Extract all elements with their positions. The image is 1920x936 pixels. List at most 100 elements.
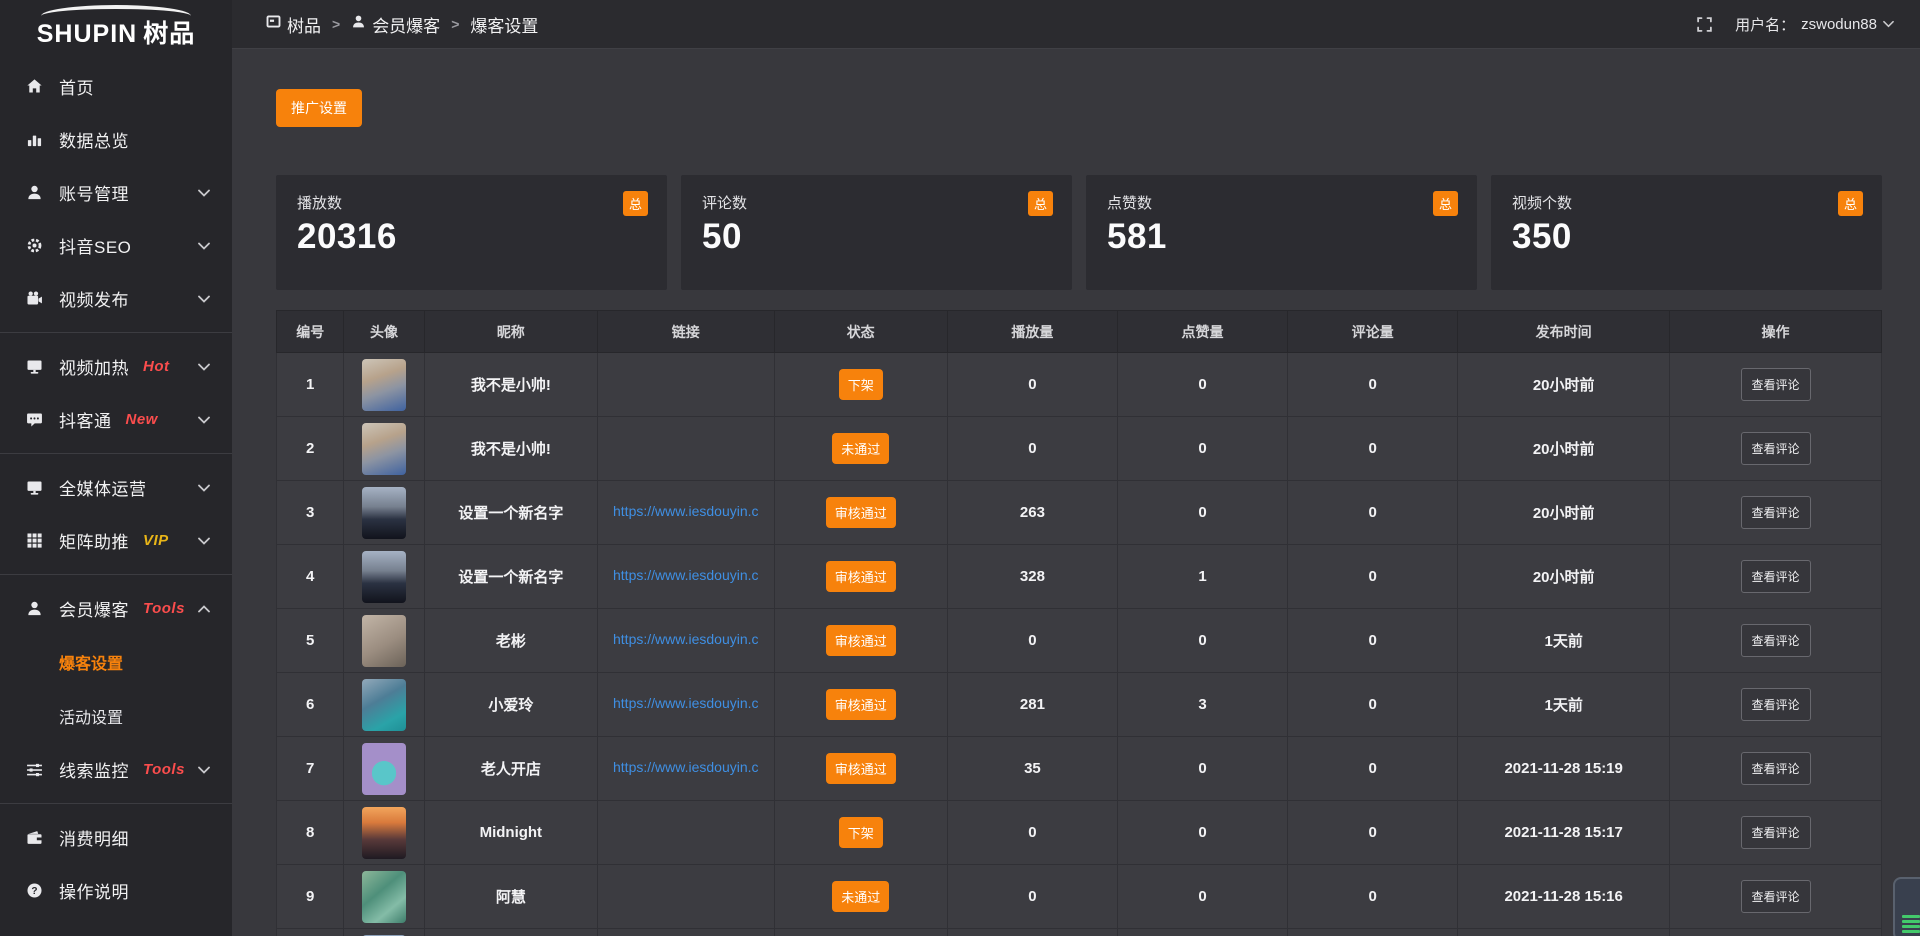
table-header-row: 编号头像昵称链接状态播放量点赞量评论量发布时间操作 xyxy=(277,311,1882,353)
logo-text-cn: 树品 xyxy=(143,20,195,48)
cell-status: 审核通过 xyxy=(774,545,947,609)
cell-likes: 0 xyxy=(1117,417,1287,481)
view-comments-button[interactable]: 查看评论 xyxy=(1741,752,1811,785)
user-menu[interactable]: 用户名：zswodun88 xyxy=(1735,14,1894,35)
cell-status: 审核通过 xyxy=(774,737,947,801)
view-comments-button[interactable]: 查看评论 xyxy=(1741,560,1811,593)
cell-status: 下架 xyxy=(774,353,947,417)
cell-likes: 1 xyxy=(1117,545,1287,609)
view-comments-button[interactable]: 查看评论 xyxy=(1741,880,1811,913)
menu-badge-tools: Tools xyxy=(143,600,185,617)
menu-badge-new: New xyxy=(126,411,158,428)
cell-action: 查看评论 xyxy=(1670,801,1882,865)
stat-card-value: 350 xyxy=(1512,217,1861,257)
video-link[interactable]: https://www.iesdouyin.c xyxy=(613,695,759,711)
table-body: 1我不是小帅!下架00020小时前查看评论2我不是小帅!未通过00020小时前查… xyxy=(277,353,1882,936)
sidebar-item-home[interactable]: 首页 xyxy=(0,60,232,113)
stat-card-value: 50 xyxy=(702,217,1051,257)
cell-avatar xyxy=(344,609,424,673)
cell-id: 9 xyxy=(277,865,344,929)
cell-link: https://www.iesdouyin.c xyxy=(597,737,774,801)
status-badge: 审核通过 xyxy=(826,625,896,656)
cell-action: 查看评论 xyxy=(1670,545,1882,609)
sidebar-item-operation-guide[interactable]: ?操作说明 xyxy=(0,864,232,917)
video-link[interactable]: https://www.iesdouyin.c xyxy=(613,631,759,647)
sidebar-item-douyin-seo[interactable]: 抖音SEO xyxy=(0,219,232,272)
table-column-header: 头像 xyxy=(344,311,424,353)
breadcrumb-item[interactable]: 树品 xyxy=(266,12,321,37)
table-row: 8Midnight下架0002021-11-28 15:17查看评论 xyxy=(277,801,1882,865)
cell-likes: 0 xyxy=(1117,865,1287,929)
cell-link: https://www.iesdouyin.c xyxy=(597,545,774,609)
cell-publish-time: 1天前 xyxy=(1458,673,1670,737)
breadcrumb-item[interactable]: 会员爆客 xyxy=(351,12,440,37)
table-row xyxy=(277,929,1882,936)
sidebar-item-account-manage[interactable]: 账号管理 xyxy=(0,166,232,219)
sidebar-item-label: 账号管理 xyxy=(59,180,129,205)
sidebar-item-all-media[interactable]: 全媒体运营 xyxy=(0,461,232,514)
sidebar-divider xyxy=(0,574,232,575)
video-link[interactable]: https://www.iesdouyin.c xyxy=(613,759,759,775)
table-row: 6小爱玲https://www.iesdouyin.c审核通过281301天前查… xyxy=(277,673,1882,737)
table-column-header: 状态 xyxy=(774,311,947,353)
sidebar-subitem-baoke-settings[interactable]: 爆客设置 xyxy=(0,635,232,689)
cell-likes: 0 xyxy=(1117,481,1287,545)
sidebar-item-consume-detail[interactable]: 消费明细 xyxy=(0,811,232,864)
view-comments-button[interactable]: 查看评论 xyxy=(1741,624,1811,657)
cell-likes xyxy=(1117,929,1287,936)
bar-chart-icon xyxy=(24,131,44,149)
sidebar-item-member-baoke[interactable]: 会员爆客Tools xyxy=(0,582,232,635)
table-column-header: 操作 xyxy=(1670,311,1882,353)
topbar-right: 用户名：zswodun88 xyxy=(1696,14,1894,35)
sidebar-item-label: 首页 xyxy=(59,74,94,99)
table-row: 1我不是小帅!下架00020小时前查看评论 xyxy=(277,353,1882,417)
sidebar-item-data-overview[interactable]: 数据总览 xyxy=(0,113,232,166)
cell-publish-time: 1天前 xyxy=(1458,609,1670,673)
table-column-header: 编号 xyxy=(277,311,344,353)
breadcrumb-item[interactable]: 爆客设置 xyxy=(470,12,538,37)
avatar xyxy=(362,615,406,667)
chevron-down-icon xyxy=(198,416,210,424)
view-comments-button[interactable]: 查看评论 xyxy=(1741,432,1811,465)
sidebar-item-clue-monitor[interactable]: 线索监控Tools xyxy=(0,743,232,796)
stat-card: 播放数20316总 xyxy=(276,175,667,290)
cell-avatar xyxy=(344,929,424,936)
sidebar-item-video-heat[interactable]: 视频加热Hot xyxy=(0,340,232,393)
view-comments-button[interactable]: 查看评论 xyxy=(1741,688,1811,721)
status-badge: 下架 xyxy=(839,369,883,400)
cell-status xyxy=(774,929,947,936)
cell-nickname: 我不是小帅! xyxy=(424,417,597,481)
sidebar-item-matrix-boost[interactable]: 矩阵助推VIP xyxy=(0,514,232,567)
sidebar-item-video-publish[interactable]: 视频发布 xyxy=(0,272,232,325)
stats-row: 播放数20316总评论数50总点赞数581总视频个数350总 xyxy=(276,175,1882,290)
floating-widget[interactable] xyxy=(1893,877,1920,936)
cell-link xyxy=(597,929,774,936)
cell-comments xyxy=(1288,929,1458,936)
view-comments-button[interactable]: 查看评论 xyxy=(1741,368,1811,401)
cell-status: 审核通过 xyxy=(774,609,947,673)
table-column-header: 评论量 xyxy=(1288,311,1458,353)
cell-action: 查看评论 xyxy=(1670,737,1882,801)
app-logo[interactable]: SHUPIN树品 xyxy=(0,0,232,50)
cell-action: 查看评论 xyxy=(1670,417,1882,481)
logo-box: SHUPIN树品 xyxy=(37,5,195,50)
username-label: 用户名： xyxy=(1735,14,1795,35)
video-link[interactable]: https://www.iesdouyin.c xyxy=(613,503,759,519)
cell-link xyxy=(597,353,774,417)
view-comments-button[interactable]: 查看评论 xyxy=(1741,496,1811,529)
sidebar-divider xyxy=(0,803,232,804)
fullscreen-icon[interactable] xyxy=(1696,16,1713,33)
sidebar-item-douketong[interactable]: 抖客通New xyxy=(0,393,232,446)
cell-likes: 0 xyxy=(1117,353,1287,417)
avatar xyxy=(362,679,406,731)
view-comments-button[interactable]: 查看评论 xyxy=(1741,816,1811,849)
cell-action: 查看评论 xyxy=(1670,353,1882,417)
cell-id: 2 xyxy=(277,417,344,481)
sidebar-item-label: 视频加热 xyxy=(59,354,129,379)
promo-settings-button[interactable]: 推广设置 xyxy=(276,89,362,127)
chevron-down-icon xyxy=(198,537,210,545)
sidebar-subitem-activity-settings[interactable]: 活动设置 xyxy=(0,689,232,743)
video-link[interactable]: https://www.iesdouyin.c xyxy=(613,567,759,583)
sliders-icon xyxy=(24,761,44,779)
cell-nickname: 小爱玲 xyxy=(424,673,597,737)
